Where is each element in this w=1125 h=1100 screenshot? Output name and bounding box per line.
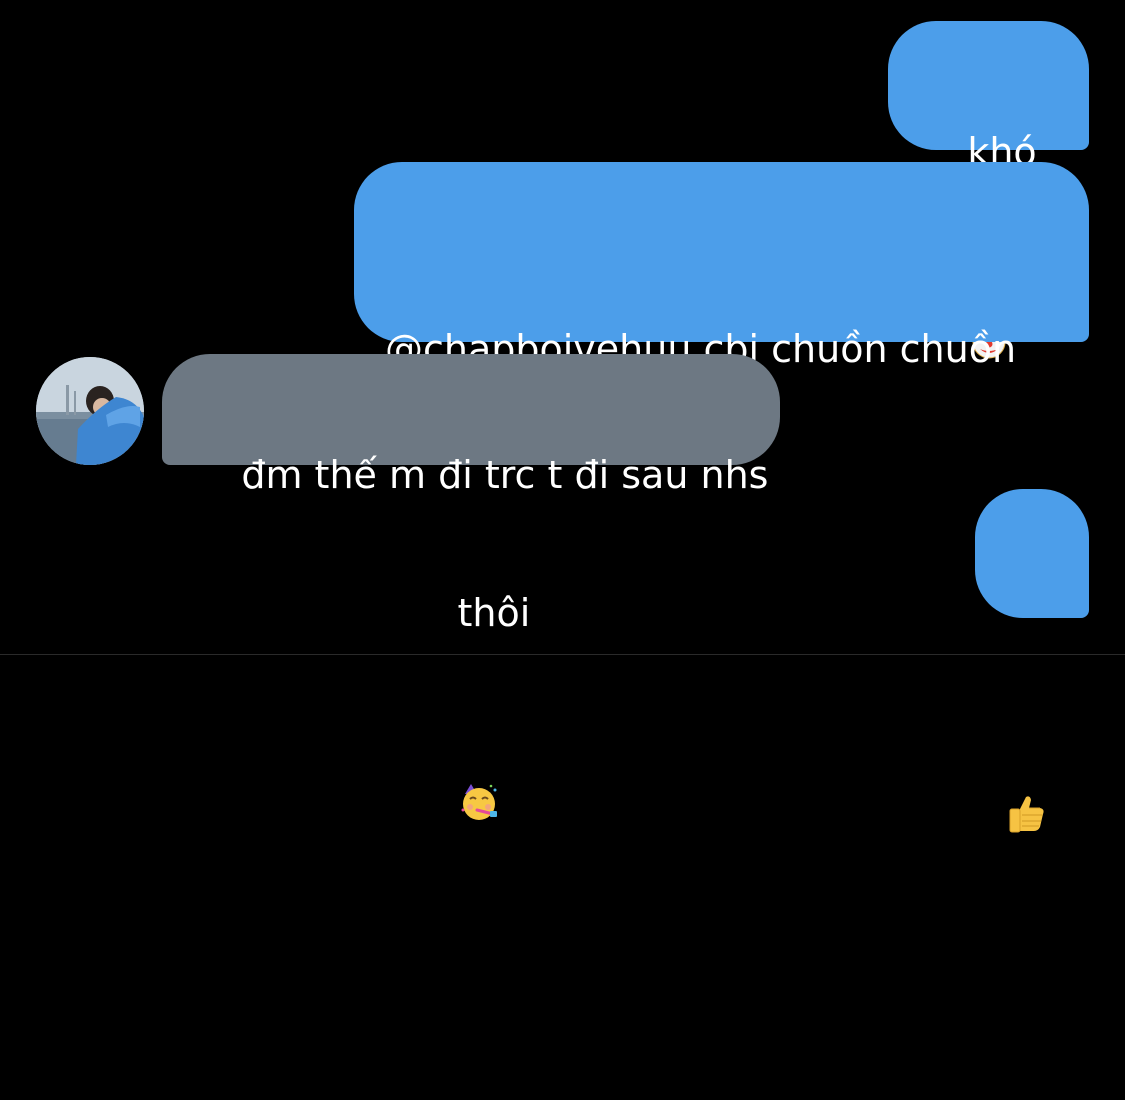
outgoing-message-bubble[interactable] (975, 489, 1089, 833)
message-text-line: thôi (457, 591, 531, 635)
composer-divider (0, 654, 1125, 655)
outgoing-message-bubble[interactable]: khó (888, 21, 1089, 359)
message-text: đm thế m đi trc t đi sau nhs (241, 453, 769, 497)
thumbs-up-emoji-icon (1004, 657, 1048, 833)
contact-avatar[interactable] (36, 357, 144, 465)
partying-face-emoji-icon (457, 646, 501, 820)
outgoing-message-bubble[interactable]: @chapboivehuu cbi chuồn chuồn thôi (354, 162, 1089, 820)
incoming-message-bubble[interactable]: đm thế m đi trc t đi sau nhs (162, 354, 780, 497)
